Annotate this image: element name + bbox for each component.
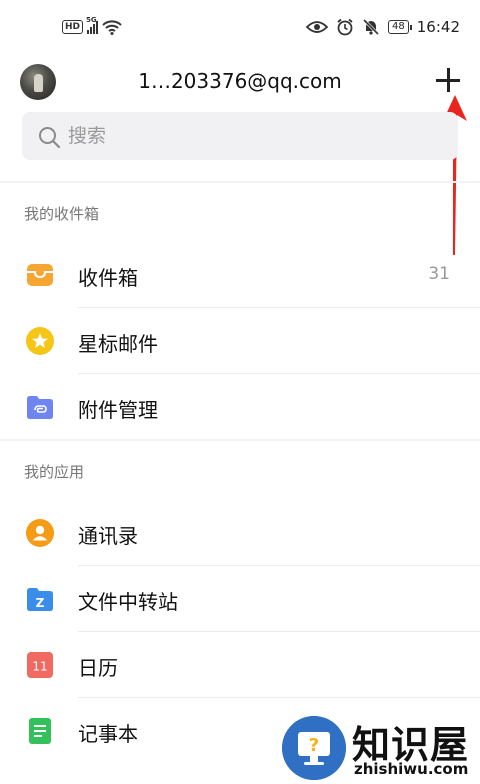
contacts-icon [26, 519, 54, 547]
status-left: HD 5G [62, 16, 122, 35]
search-input[interactable] [68, 112, 448, 160]
svg-text:?: ? [309, 735, 319, 756]
section-title-apps: 我的应用 [24, 463, 85, 481]
inbox-tray-icon [27, 264, 53, 286]
network-type: 5G [86, 16, 97, 24]
status-bar: HD 5G 48 16:42 [0, 0, 480, 56]
attachment-folder-icon [27, 396, 53, 419]
list-item-label: 文件中转站 [78, 590, 178, 614]
watermark: ? 知识屋 zhishiwu.com [282, 714, 480, 784]
list-item-label: 记事本 [78, 722, 138, 746]
unread-count: 31 [428, 264, 450, 284]
calendar-icon-number: 11 [32, 660, 47, 674]
signal-icon: 5G [86, 16, 99, 34]
search-bar[interactable] [22, 112, 458, 160]
list-item-label: 收件箱 [78, 266, 138, 290]
star-icon [26, 327, 54, 355]
wifi-icon [102, 20, 122, 35]
list-item-file-transfer[interactable]: Z 文件中转站 [0, 566, 480, 632]
alarm-icon [337, 18, 353, 36]
account-email[interactable]: 1…203376@qq.com [0, 69, 480, 93]
list-item-label: 星标邮件 [78, 332, 158, 356]
watermark-logo-icon: ? [282, 716, 346, 780]
list-item-label: 附件管理 [78, 398, 158, 422]
hd-icon: HD [62, 20, 84, 34]
calendar-icon: 11 [27, 652, 53, 678]
add-button[interactable] [434, 66, 462, 94]
list-item-starred[interactable]: 星标邮件 [0, 308, 480, 374]
list-item-label: 日历 [78, 656, 118, 680]
divider [0, 181, 480, 183]
watermark-url: zhishiwu.com [354, 760, 469, 778]
list-item-contacts[interactable]: 通讯录 [0, 500, 480, 566]
divider [0, 439, 480, 441]
section-title-inbox: 我的收件箱 [24, 205, 100, 223]
list-item-attachments[interactable]: 附件管理 [0, 374, 480, 440]
list-item-inbox[interactable]: 收件箱 31 [0, 242, 480, 308]
list-item-calendar[interactable]: 11 日历 [0, 632, 480, 698]
notepad-icon [29, 718, 51, 744]
clock: 16:42 [416, 18, 460, 36]
mail-header: 1…203376@qq.com [0, 56, 480, 108]
mute-bell-icon [362, 18, 380, 36]
eye-icon [306, 21, 329, 33]
file-transfer-icon: Z [27, 588, 53, 611]
battery-icon: 48 [388, 20, 412, 34]
list-item-label: 通讯录 [78, 524, 138, 548]
file-transfer-icon-letter: Z [36, 596, 45, 610]
status-right: 48 16:42 [306, 18, 460, 36]
search-icon [39, 127, 60, 148]
